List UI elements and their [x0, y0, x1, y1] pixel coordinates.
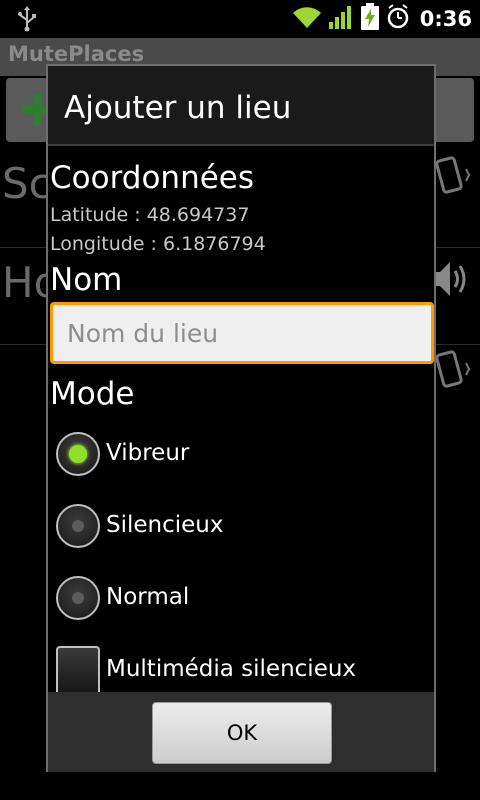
mode-option-normal[interactable]: Normal — [52, 572, 432, 628]
mode-heading: Mode — [50, 376, 135, 412]
clock-time: 0:36 — [419, 7, 472, 31]
media-silent-label: Multimédia silencieux — [106, 656, 357, 682]
ok-button[interactable]: OK — [152, 702, 332, 764]
alarm-icon — [386, 4, 410, 34]
mode-option-vibreur[interactable]: Vibreur — [52, 428, 432, 484]
list-item-label: Sc — [2, 159, 52, 208]
mode-option-label: Vibreur — [106, 440, 190, 466]
mode-option-silencieux[interactable]: Silencieux — [52, 500, 432, 556]
longitude-text: Longitude : 6.1876794 — [50, 233, 266, 255]
volume-icon — [430, 254, 470, 304]
mode-option-label: Normal — [106, 584, 190, 610]
mode-option-label: Silencieux — [106, 512, 224, 538]
radio-button[interactable] — [56, 504, 100, 548]
dialog-header: Ajouter un lieu — [48, 66, 434, 146]
vibrate-icon — [428, 347, 471, 397]
radio-button[interactable] — [56, 576, 100, 620]
wifi-icon — [292, 4, 322, 34]
dialog-body[interactable]: Coordonnées Latitude : 48.694737 Longitu… — [48, 146, 434, 692]
add-place-dialog: Ajouter un lieu Coordonnées Latitude : 4… — [46, 64, 436, 772]
radio-button-selected[interactable] — [56, 432, 100, 476]
latitude-text: Latitude : 48.694737 — [50, 204, 250, 226]
usb-icon — [16, 6, 38, 36]
coordinates-heading: Coordonnées — [50, 160, 255, 196]
signal-icon — [328, 4, 354, 34]
dialog-footer: OK — [48, 692, 434, 772]
app-title: MutePlaces — [8, 42, 145, 66]
place-name-input[interactable] — [50, 302, 434, 364]
dialog-title: Ajouter un lieu — [64, 90, 292, 126]
media-silent-checkbox[interactable] — [56, 646, 100, 692]
status-bar: 0:36 — [0, 0, 480, 38]
name-heading: Nom — [50, 262, 123, 298]
battery-charging-icon — [360, 3, 380, 35]
media-silent-option[interactable]: Multimédia silencieux — [52, 644, 432, 692]
vibrate-icon — [428, 153, 471, 203]
